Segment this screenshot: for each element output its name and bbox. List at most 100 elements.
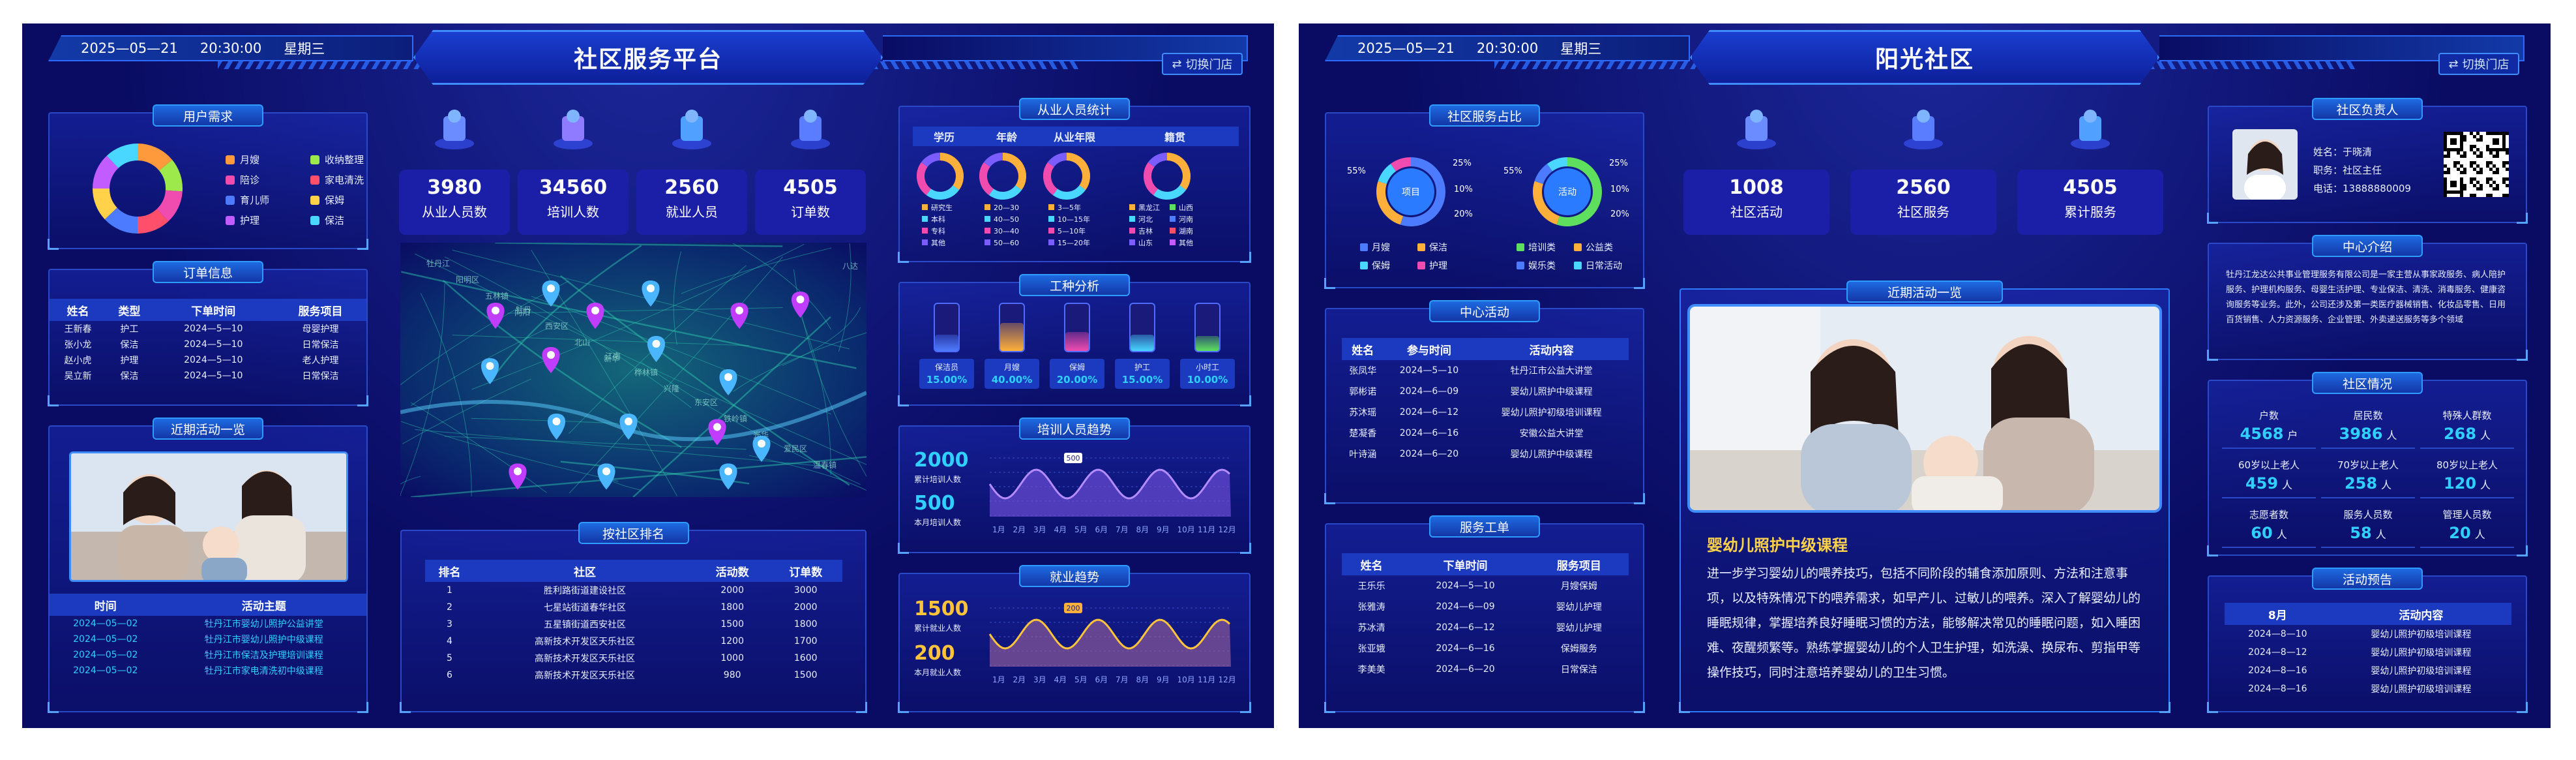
legend-swatch xyxy=(1129,228,1135,234)
map-pin-icon[interactable] xyxy=(509,463,527,490)
legend-swatch xyxy=(985,228,990,234)
tab-0[interactable]: 学历 xyxy=(913,129,975,144)
table-row[interactable]: 2024—05—02 牡丹江市婴幼儿照护中级课程 xyxy=(50,631,366,647)
legend-swatch xyxy=(1170,228,1176,234)
switch-label: 切换门店 xyxy=(1185,58,1233,72)
staff-slice xyxy=(979,162,994,196)
tab-1[interactable]: 年龄 xyxy=(975,129,1038,144)
table-header-cell: 下单时间 xyxy=(152,299,274,321)
table-cell: 2024—6—16 xyxy=(1436,643,1495,654)
legend-item: 保姆 xyxy=(310,193,395,207)
map-place-label: 兴隆 xyxy=(664,384,679,393)
table-row[interactable]: 苏冰清 2024—6—12 婴幼儿护理 xyxy=(1342,617,1629,638)
tab-2[interactable]: 从业年限 xyxy=(1038,129,1111,144)
x-tick-label: 8月 xyxy=(1136,675,1149,684)
situation-card: 志愿者数 60 人 xyxy=(2222,504,2316,548)
map-pin-icon[interactable] xyxy=(791,292,810,318)
training-wave-chart: 500 1月 2月 3月 4月 5月 6月 7月 8月 9月 10月 11月 12月 xyxy=(988,453,1236,534)
manager-phone: 电话：13888880009 xyxy=(2313,183,2411,194)
table-row[interactable]: 张凤华 2024—5—10 牡丹江市公益大讲堂 xyxy=(1342,360,1629,381)
table-row[interactable]: 2 七星站街道春华社区 1800 2000 xyxy=(425,599,842,616)
table-cell: 郭彬诺 xyxy=(1349,387,1377,397)
map-pin-icon[interactable] xyxy=(642,281,660,307)
work-type-fill xyxy=(1065,332,1089,351)
table-row[interactable]: 6 高新技术开发区天乐社区 980 1500 xyxy=(425,667,842,684)
demand-slice xyxy=(137,144,173,172)
switch-store-button[interactable]: ⇄ 切换门店 xyxy=(2438,53,2519,75)
table-row[interactable]: 郭彬诺 2024—6—09 婴幼儿照护中级课程 xyxy=(1342,381,1629,402)
map-pin-icon[interactable] xyxy=(719,463,737,490)
table-header-cell: 时间 xyxy=(50,594,162,616)
course-title: 婴幼儿照护中级课程 xyxy=(1707,536,1848,555)
map-pin-icon[interactable] xyxy=(586,303,604,329)
table-row[interactable]: 苏沐瑶 2024—6—12 婴幼儿照护初级培训课程 xyxy=(1342,402,1629,423)
map-pin-icon[interactable] xyxy=(752,436,771,462)
map-pin-icon[interactable] xyxy=(730,303,748,329)
header-stripes-right xyxy=(863,61,1078,69)
table-row[interactable]: 3 五星镇街道西安社区 1500 1800 xyxy=(425,616,842,633)
table-row[interactable]: 王乐乐 2024—5—10 月嫂保姆 xyxy=(1342,575,1629,596)
legend-swatch xyxy=(1048,228,1054,234)
table-row[interactable]: 2024—05—02 牡丹江市保洁及护理培训课程 xyxy=(50,647,366,663)
table-row[interactable]: 张雅涛 2024—6—09 婴幼儿护理 xyxy=(1342,596,1629,617)
stat-card: 4505 累计服务 xyxy=(2017,170,2163,235)
table-cell: 婴幼儿护理 xyxy=(1556,623,1602,633)
work-type-pct: 15.00% xyxy=(1121,374,1163,386)
situation-value: 258 xyxy=(2344,474,2378,493)
legend-label: 育儿师 xyxy=(240,194,270,206)
legend-swatch xyxy=(1517,262,1524,269)
legend-label: 月嫂 xyxy=(240,154,260,166)
table-row[interactable]: 2024—05—02 牡丹江市婴幼儿照护公益讲堂 xyxy=(50,616,366,631)
map-pin-icon[interactable] xyxy=(547,414,566,440)
table-row[interactable]: 张亚娥 2024—6—16 保姆服务 xyxy=(1342,638,1629,659)
tab-3[interactable]: 籍贯 xyxy=(1111,129,1239,144)
table-cell: 2024—8—16 xyxy=(2248,684,2307,694)
work-type-tube xyxy=(999,303,1025,352)
table-row[interactable]: 2024—8—16 婴幼儿照护初级培训课程 xyxy=(2225,680,2511,698)
table-row[interactable]: 2024—8—10 婴幼儿照护初级培训课程 xyxy=(2225,625,2511,643)
map-pin-icon[interactable] xyxy=(719,369,737,395)
table-cell: 婴幼儿照护中级课程 xyxy=(1510,449,1593,460)
table-cell: 张雅涛 xyxy=(1357,602,1385,613)
legend-swatch xyxy=(1170,216,1176,222)
staff-slice xyxy=(1052,185,1086,200)
table-row[interactable]: 张小龙 保洁 2024—5—10 日常保洁 xyxy=(50,337,366,352)
switch-store-button[interactable]: ⇄ 切换门店 xyxy=(1162,53,1243,75)
table-row[interactable]: 楚凝香 2024—6—16 安徽公益大讲堂 xyxy=(1342,423,1629,444)
legend-label: 10—15年 xyxy=(1058,215,1090,224)
situation-value: 4568 xyxy=(2240,425,2284,443)
panel-title: 近期活动一览 xyxy=(1846,281,2003,303)
table-row[interactable]: 2024—8—12 婴幼儿照护初级培训课程 xyxy=(2225,643,2511,661)
work-type-pct: 40.00% xyxy=(991,374,1033,386)
map-pin-icon[interactable] xyxy=(542,281,560,307)
table-row[interactable]: 2024—05—02 牡丹江市家电清洗初中级课程 xyxy=(50,663,366,678)
situation-label: 居民数 xyxy=(2353,410,2383,421)
situation-unit: 人 xyxy=(2381,479,2392,491)
table-row[interactable]: 叶诗涵 2024—6—20 婴幼儿照护中级课程 xyxy=(1342,444,1629,464)
table-row[interactable]: 5 高新技术开发区天乐社区 1000 1600 xyxy=(425,650,842,667)
table-cell: 护理 xyxy=(120,356,139,366)
map-road xyxy=(410,402,547,493)
table-row[interactable]: 李美美 2024—6—20 日常保洁 xyxy=(1342,659,1629,680)
donut-pct-label: 55% xyxy=(1503,166,1522,176)
legend-label: 吉林 xyxy=(1138,226,1153,236)
situation-card: 80岁以上老人 120 人 xyxy=(2420,454,2514,498)
map-pin-icon[interactable] xyxy=(481,358,499,384)
map-road xyxy=(838,243,851,352)
user-demand-donut xyxy=(93,144,183,234)
map-pin-icon[interactable] xyxy=(647,336,666,362)
intro-text: 牡丹江龙达公共事业管理服务有限公司是一家主营从事家政服务、病人陪护服务、护理机构… xyxy=(2226,270,2506,325)
table-row[interactable]: 王新春 护工 2024—5—10 母婴护理 xyxy=(50,321,366,337)
table-row[interactable]: 吴立新 保洁 2024—5—10 日常保洁 xyxy=(50,368,366,384)
map-road xyxy=(732,332,867,392)
table-row[interactable]: 4 高新技术开发区天乐社区 1200 1700 xyxy=(425,633,842,650)
table-row[interactable]: 2024—8—16 婴幼儿照护初级培训课程 xyxy=(2225,661,2511,680)
switch-label: 切换门店 xyxy=(2462,58,2509,72)
x-tick-label: 7月 xyxy=(1116,675,1129,684)
map-pin-icon[interactable] xyxy=(597,463,615,490)
table-cell: 日常保洁 xyxy=(302,340,339,350)
legend-swatch xyxy=(1574,262,1582,269)
map-pin-icon[interactable] xyxy=(708,419,726,446)
table-row[interactable]: 1 胜利路街道建设社区 2000 3000 xyxy=(425,582,842,599)
table-row[interactable]: 赵小虎 护理 2024—5—10 老人护理 xyxy=(50,352,366,368)
